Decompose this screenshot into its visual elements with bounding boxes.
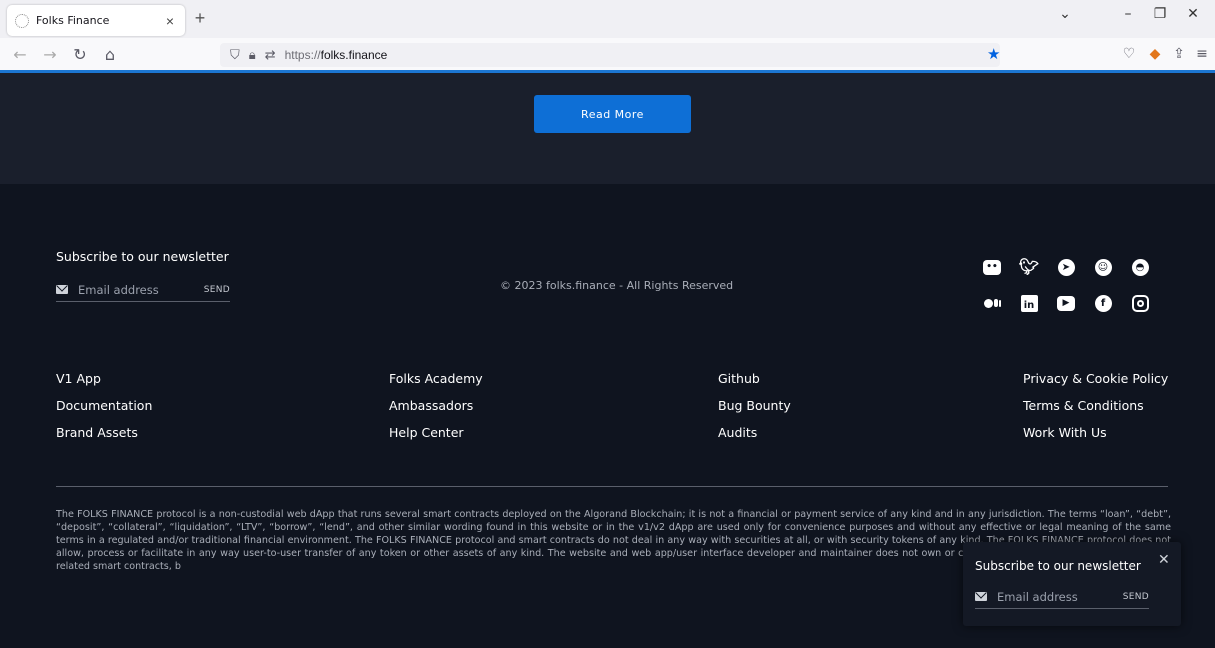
discord-icon[interactable]: •• — [981, 256, 1003, 278]
lock-icon[interactable]: 🔒︎ — [249, 48, 256, 63]
instagram-icon[interactable] — [1129, 292, 1151, 314]
popup-close-icon[interactable]: ✕ — [1158, 552, 1170, 568]
browser-tab[interactable]: Folks Finance × — [7, 5, 185, 36]
reload-button[interactable]: ↻ — [70, 45, 90, 64]
footer-link-brand-assets[interactable]: Brand Assets — [56, 425, 138, 440]
newsletter-email-field[interactable]: Email address SEND — [56, 278, 230, 302]
tab-list-icon[interactable]: ⌄ — [1055, 6, 1075, 22]
close-window-button[interactable]: ✕ — [1183, 6, 1203, 22]
url-text[interactable]: https://folks.finance — [285, 48, 388, 62]
metamask-extension-icon[interactable]: ◆ — [1146, 46, 1164, 62]
folks-favicon-icon — [15, 13, 29, 28]
page-content: Read More Subscribe to our newsletter Em… — [0, 73, 1215, 648]
popup-title: Subscribe to our newsletter — [975, 559, 1141, 573]
telegram-icon[interactable]: ➤ — [1055, 256, 1077, 278]
share-icon[interactable]: ⇪ — [1170, 46, 1188, 62]
footer-link-github[interactable]: Github — [718, 371, 760, 386]
footer-link-terms[interactable]: Terms & Conditions — [1023, 398, 1144, 413]
mail-icon — [975, 592, 987, 601]
copyright-text: © 2023 folks.finance - All Rights Reserv… — [500, 279, 734, 292]
youtube-icon[interactable]: ▶ — [1055, 292, 1077, 314]
new-tab-button[interactable]: + — [190, 8, 210, 29]
twitter-icon[interactable]: 🐦︎ — [1018, 256, 1040, 278]
popup-email-field[interactable]: Email address SEND — [975, 585, 1149, 609]
facebook-icon[interactable]: f — [1092, 292, 1114, 314]
permissions-icon[interactable]: ⇄ — [265, 48, 276, 63]
email-placeholder[interactable]: Email address — [78, 283, 204, 297]
newsletter-title: Subscribe to our newsletter — [56, 249, 229, 264]
url-bar[interactable]: ⛉ 🔒︎ ⇄ https://folks.finance — [220, 43, 1000, 67]
medium-icon[interactable] — [981, 292, 1003, 314]
footer-link-ambassadors[interactable]: Ambassadors — [389, 398, 473, 413]
footer-link-bug-bounty[interactable]: Bug Bounty — [718, 398, 791, 413]
footer-link-v1-app[interactable]: V1 App — [56, 371, 101, 386]
popup-send-button[interactable]: SEND — [1123, 592, 1149, 602]
popup-email-placeholder[interactable]: Email address — [997, 590, 1123, 604]
tab-close-icon[interactable]: × — [163, 13, 177, 29]
footer-link-privacy[interactable]: Privacy & Cookie Policy — [1023, 371, 1168, 386]
home-button[interactable]: ⌂ — [100, 45, 120, 64]
read-more-button[interactable]: Read More — [534, 95, 691, 133]
read-more-section: Read More — [0, 73, 1215, 184]
browser-tab-bar: Folks Finance × + ⌄ – ❐ ✕ — [0, 0, 1215, 38]
reddit-icon[interactable]: ☺ — [1092, 256, 1114, 278]
mail-icon — [56, 285, 68, 294]
footer-link-folks-academy[interactable]: Folks Academy — [389, 371, 483, 386]
github-icon[interactable]: ◓ — [1129, 256, 1151, 278]
restore-button[interactable]: ❐ — [1150, 6, 1170, 22]
footer-link-work-with-us[interactable]: Work With Us — [1023, 425, 1107, 440]
footer-link-audits[interactable]: Audits — [718, 425, 757, 440]
newsletter-popup: Subscribe to our newsletter ✕ Email addr… — [963, 542, 1181, 626]
minimize-button[interactable]: – — [1118, 6, 1138, 22]
bookmark-star-icon[interactable]: ★ — [987, 45, 1000, 63]
linkedin-icon[interactable]: in — [1018, 292, 1040, 314]
back-button[interactable]: ← — [10, 45, 30, 64]
footer-link-help-center[interactable]: Help Center — [389, 425, 464, 440]
tab-title: Folks Finance — [36, 14, 110, 27]
forward-button[interactable]: → — [40, 45, 60, 64]
newsletter-send-button[interactable]: SEND — [204, 285, 230, 295]
browser-nav-bar: ← → ↻ ⌂ ⛉ 🔒︎ ⇄ https://folks.finance ★ ♡… — [0, 38, 1215, 71]
footer-link-documentation[interactable]: Documentation — [56, 398, 152, 413]
menu-icon[interactable]: ≡ — [1193, 46, 1211, 62]
pocket-icon[interactable]: ♡ — [1120, 46, 1138, 62]
footer-divider — [56, 486, 1168, 487]
shield-icon[interactable]: ⛉ — [230, 48, 240, 63]
